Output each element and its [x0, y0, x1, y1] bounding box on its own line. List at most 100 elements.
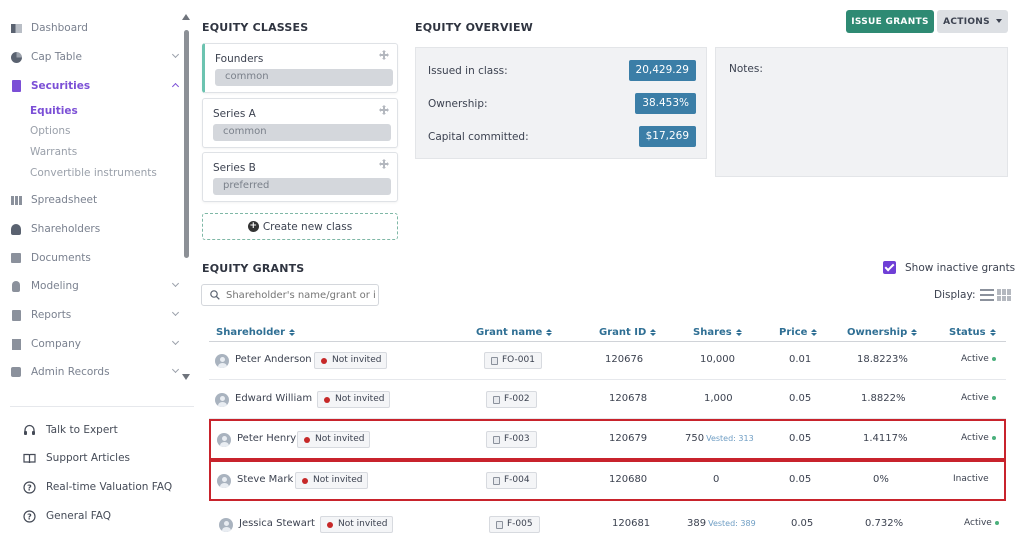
shares: 10,000: [700, 354, 737, 365]
grant-name-chip[interactable]: F-002: [486, 391, 537, 408]
shares-value: 10,000: [700, 354, 735, 365]
sidebar-subitem-warrants[interactable]: Warrants: [30, 146, 77, 158]
grant-status: Active: [961, 393, 996, 403]
class-type: common: [215, 69, 393, 86]
col-label: Ownership: [847, 327, 908, 338]
status-dot-icon: [994, 520, 999, 525]
create-class-button[interactable]: + Create new class: [202, 213, 398, 240]
show-inactive-checkbox[interactable]: [883, 261, 896, 274]
avatar: [215, 393, 229, 407]
search-input[interactable]: [226, 289, 376, 301]
class-name: Founders: [215, 53, 264, 65]
col-shareholder[interactable]: Shareholder: [216, 327, 296, 338]
col-ownership[interactable]: Ownership: [847, 327, 918, 338]
class-name: Series A: [213, 108, 256, 120]
help-valuation-faq[interactable]: ? Real-time Valuation FAQ: [22, 478, 172, 496]
document-icon: [491, 357, 498, 365]
help-support-articles[interactable]: Support Articles: [22, 449, 130, 467]
sort-icon: [546, 329, 553, 336]
help-general-faq[interactable]: ? General FAQ: [22, 507, 111, 525]
col-status[interactable]: Status: [949, 327, 996, 338]
class-card-series-b[interactable]: Series B preferred: [202, 152, 398, 202]
avatar: [217, 433, 231, 447]
shareholder-name[interactable]: Jessica Stewart: [239, 518, 315, 529]
sidebar-item-admin-records[interactable]: Admin Records: [10, 362, 182, 382]
shareholder-name[interactable]: Edward William: [235, 393, 312, 404]
show-inactive-toggle[interactable]: Show inactive grants: [883, 261, 1015, 274]
sidebar-item-shareholders[interactable]: Shareholders: [10, 219, 182, 239]
shareholder-name[interactable]: Steve Mark: [237, 474, 293, 485]
sidebar-subitem-convertible[interactable]: Convertible instruments: [30, 167, 157, 179]
col-price[interactable]: Price: [779, 327, 818, 338]
dashboard-icon: [10, 22, 22, 34]
class-card-series-a[interactable]: Series A common: [202, 98, 398, 148]
shareholder-name[interactable]: Peter Henry: [237, 433, 296, 444]
scroll-down-arrow[interactable]: [182, 374, 190, 380]
notes-panel[interactable]: Notes:: [715, 47, 1008, 177]
avatar: [217, 474, 231, 488]
clipboard-icon: [10, 80, 22, 92]
capital-value: $17,269: [638, 126, 696, 147]
grant-id: 120676: [605, 354, 644, 365]
table-row[interactable]: Peter Henry Not invited F-003 120679 750…: [209, 419, 1006, 460]
ownership: 18.8223%: [857, 354, 908, 365]
chevron-down-icon: [171, 308, 180, 317]
move-icon[interactable]: [379, 159, 389, 169]
grant-name-chip[interactable]: F-004: [486, 472, 537, 489]
grant-id: 120680: [609, 474, 648, 485]
sidebar-item-label: Documents: [31, 252, 91, 264]
sidebar-item-company[interactable]: Company: [10, 334, 182, 354]
lightbulb-icon: [10, 280, 22, 292]
col-grant-id[interactable]: Grant ID: [599, 327, 657, 338]
ownership-value: 38.453%: [635, 93, 696, 114]
sidebar-item-modeling[interactable]: Modeling: [10, 276, 182, 296]
move-icon[interactable]: [379, 105, 389, 115]
status-text: Inactive: [953, 474, 989, 484]
grid-view-icon[interactable]: [997, 289, 1012, 301]
table-row[interactable]: Peter Anderson Not invited FO-001 120676…: [209, 342, 1006, 380]
sidebar-item-documents[interactable]: Documents: [10, 248, 182, 268]
scroll-up-arrow[interactable]: [182, 14, 190, 20]
avatar: [219, 518, 233, 532]
ownership-label: Ownership:: [428, 98, 488, 110]
col-shares[interactable]: Shares: [693, 327, 742, 338]
actions-button[interactable]: ACTIONS: [937, 10, 1008, 33]
table-row[interactable]: Jessica Stewart Not invited F-005 120681…: [209, 506, 1006, 544]
list-view-icon[interactable]: [980, 289, 995, 301]
sidebar-item-reports[interactable]: Reports: [10, 305, 182, 325]
table-row[interactable]: Steve Mark Not invited F-004 120680 0 0.…: [209, 460, 1006, 501]
svg-text:?: ?: [27, 483, 32, 492]
shareholder-name[interactable]: Peter Anderson: [235, 354, 312, 365]
grant-name-chip[interactable]: FO-001: [484, 352, 542, 369]
grant-name: F-003: [504, 434, 530, 444]
search-icon: [210, 290, 220, 300]
sidebar-item-securities[interactable]: Securities: [10, 76, 182, 96]
help-talk-to-expert[interactable]: Talk to Expert: [22, 421, 118, 439]
grant-name-chip[interactable]: F-003: [486, 431, 537, 448]
grant-name: F-004: [504, 475, 530, 485]
move-icon[interactable]: [379, 50, 389, 60]
col-grant-name[interactable]: Grant name: [476, 327, 553, 338]
sidebar-item-dashboard[interactable]: Dashboard: [10, 18, 182, 38]
sidebar-item-spreadsheet[interactable]: Spreadsheet: [10, 190, 182, 210]
sidebar-item-label: Reports: [31, 309, 72, 321]
grant-name-chip[interactable]: F-005: [489, 516, 540, 533]
col-label: Shares: [693, 327, 732, 338]
price: 0.05: [789, 433, 812, 444]
grant-id: 120681: [612, 518, 651, 529]
status-dot-icon: [991, 395, 996, 400]
sidebar-subitem-equities[interactable]: Equities: [30, 105, 78, 117]
grant-search[interactable]: [201, 284, 379, 306]
ownership: 0.732%: [865, 518, 904, 529]
caret-down-icon: [995, 18, 1002, 23]
sidebar-item-cap-table[interactable]: Cap Table: [10, 47, 182, 67]
sidebar-item-label: Cap Table: [31, 51, 82, 63]
issue-grants-button[interactable]: ISSUE GRANTS: [846, 10, 934, 33]
table-row[interactable]: Edward William Not invited F-002 120678 …: [209, 381, 1006, 419]
sidebar-subitem-options[interactable]: Options: [30, 125, 71, 137]
status-text: Active: [964, 518, 992, 528]
class-card-founders[interactable]: Founders common: [202, 43, 398, 93]
sidebar-item-label: Company: [31, 338, 81, 350]
sidebar-scrollbar-thumb[interactable]: [184, 30, 189, 258]
document-icon: [10, 252, 22, 264]
